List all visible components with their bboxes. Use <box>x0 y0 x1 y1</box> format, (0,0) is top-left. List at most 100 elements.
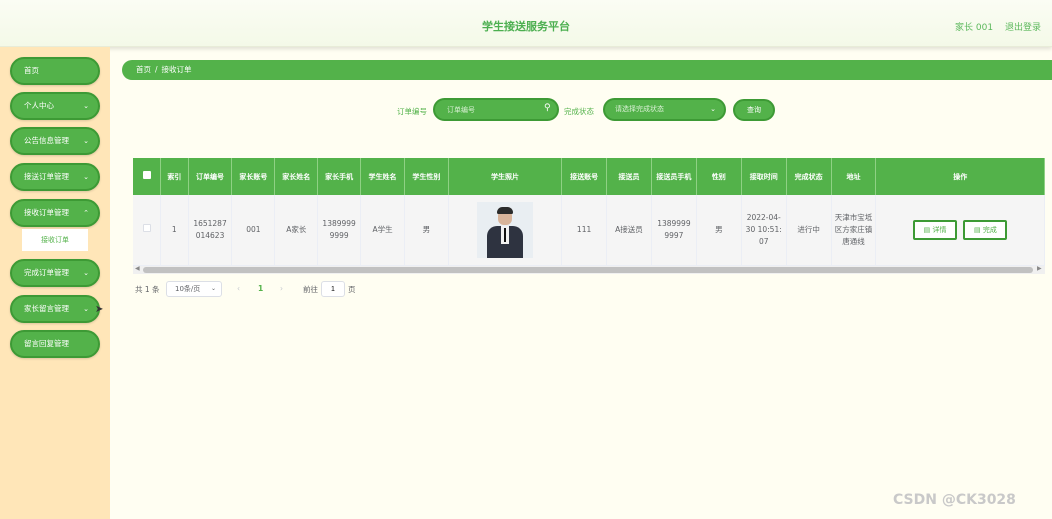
goto-label: 前往 <box>303 285 318 294</box>
column-header: 操作 <box>875 158 1045 195</box>
page-size-select[interactable]: 10条/页 ⌄ <box>166 281 222 297</box>
sidebar-item-notice-management[interactable]: 公告信息管理 ⌄ <box>10 127 100 155</box>
row-checkbox[interactable] <box>142 223 151 232</box>
cell-pickup-account: 111 <box>561 195 608 266</box>
column-header: 接送员手机 <box>651 158 697 195</box>
sidebar-item-parent-message-management[interactable]: 家长留言管理 ⌄ <box>10 295 100 323</box>
current-user: 家长 001 <box>955 23 994 33</box>
chevron-down-icon: ⌄ <box>710 105 716 113</box>
order-no-input[interactable] <box>433 98 559 121</box>
submenu-item-received-order[interactable]: 接收订单 <box>22 229 88 251</box>
cell-student-gender: 男 <box>404 195 449 266</box>
sidebar-item-label: 接送订单管理 <box>24 172 69 181</box>
photo-tie <box>503 227 506 242</box>
column-header: 学生姓名 <box>360 158 405 195</box>
sidebar-item-label: 留言回复管理 <box>24 339 69 348</box>
cell-pickup-phone: 13899999997 <box>651 195 697 266</box>
sidebar-item-label: 首页 <box>24 66 39 75</box>
column-header: 性别 <box>696 158 742 195</box>
logout-link[interactable]: 退出登录 <box>1005 20 1041 33</box>
column-header: 接送账号 <box>561 158 608 195</box>
chevron-down-icon: ⌄ <box>83 269 89 277</box>
sidebar-item-label: 接收订单管理 <box>24 208 69 217</box>
column-header: 家长手机 <box>317 158 362 195</box>
column-header: 家长账号 <box>231 158 276 195</box>
watermark: CSDN @CK3028 <box>893 492 1016 508</box>
cell-pickup-person: A接送员 <box>606 195 652 266</box>
table-header-row: 索引 订单编号 家长账号 家长姓名 家长手机 学生姓名 学生性别 学生照片 接送… <box>133 158 1045 195</box>
chevron-down-icon: ⌄ <box>83 173 89 181</box>
scroll-right-icon[interactable]: ▶ <box>1037 265 1042 272</box>
page-size-value: 10条/页 <box>175 285 201 293</box>
detail-button[interactable]: ▤ 详情 <box>913 219 958 240</box>
sidebar-item-reply-management[interactable]: 留言回复管理 <box>10 330 100 358</box>
sidebar-item-pickup-order-management[interactable]: 接送订单管理 ⌄ <box>10 163 100 191</box>
row-select-cell[interactable] <box>133 195 162 266</box>
cell-parent-phone: 13899999999 <box>317 195 362 266</box>
horizontal-scrollbar[interactable]: ◀ ▶ <box>133 265 1045 274</box>
chevron-up-icon: ⌃ <box>83 209 89 217</box>
sidebar-item-received-order-management[interactable]: 接收订单管理 ⌃ <box>10 199 100 227</box>
cell-gender: 男 <box>696 195 742 266</box>
cell-order-no: 1651287014623 <box>188 195 233 266</box>
column-header: 地址 <box>831 158 877 195</box>
column-header: 家长姓名 <box>274 158 319 195</box>
document-icon: ▤ <box>974 225 983 234</box>
sidebar-item-home[interactable]: 首页 <box>10 57 100 85</box>
select-all-header[interactable] <box>133 158 162 195</box>
orders-table: 索引 订单编号 家长账号 家长姓名 家长手机 学生姓名 学生性别 学生照片 接送… <box>133 158 1045 266</box>
scrollbar-thumb[interactable] <box>143 267 1033 273</box>
next-page-icon[interactable]: › <box>280 284 283 293</box>
cell-parent-name: A家长 <box>274 195 319 266</box>
sidebar-item-label: 公告信息管理 <box>24 136 69 145</box>
sidebar-item-completed-order-management[interactable]: 完成订单管理 ⌄ <box>10 259 100 287</box>
chevron-down-icon: ⌄ <box>83 137 89 145</box>
breadcrumb-home[interactable]: 首页 <box>136 65 151 74</box>
detail-button-label: 详情 <box>932 225 947 234</box>
column-header: 接取时间 <box>741 158 787 195</box>
complete-button-label: 完成 <box>982 225 997 234</box>
goto-suffix: 页 <box>348 285 356 294</box>
chevron-down-icon: ⌄ <box>83 102 89 110</box>
order-no-label: 订单编号 <box>397 107 427 116</box>
student-photo[interactable] <box>476 201 533 258</box>
breadcrumb-current: 接收订单 <box>161 65 192 74</box>
column-header: 学生性别 <box>404 158 449 195</box>
status-label: 完成状态 <box>564 107 594 116</box>
sidebar-item-label: 完成订单管理 <box>24 268 69 277</box>
cell-status: 进行中 <box>786 195 832 266</box>
cell-index: 1 <box>160 195 189 266</box>
search-icon: ⚲ <box>544 103 551 113</box>
cell-student-photo <box>448 195 563 266</box>
sidebar-item-label: 家长留言管理 <box>24 304 69 313</box>
mouse-cursor-icon: ➤ <box>95 304 104 315</box>
scroll-left-icon[interactable]: ◀ <box>135 265 140 272</box>
cell-parent-account: 001 <box>231 195 276 266</box>
pagination-total: 共 1 条 <box>135 285 160 294</box>
status-select-placeholder: 请选择完成状态 <box>615 105 664 113</box>
cell-student-name: A学生 <box>360 195 405 266</box>
photo-hair <box>496 206 513 214</box>
status-select[interactable]: 请选择完成状态 ⌄ <box>603 98 726 121</box>
column-header: 索引 <box>160 158 189 195</box>
app-title: 学生接送服务平台 <box>482 20 570 33</box>
cell-actions: ▤ 详情 ▤ 完成 <box>875 195 1045 266</box>
select-all-checkbox[interactable] <box>142 171 151 179</box>
column-header: 学生照片 <box>448 158 563 195</box>
top-header: 学生接送服务平台 家长 001 退出登录 <box>0 0 1052 47</box>
cell-pickup-time: 2022-04-30 10:51:07 <box>741 195 787 266</box>
sidebar-item-personal-center[interactable]: 个人中心 ⌄ <box>10 92 100 120</box>
complete-button[interactable]: ▤ 完成 <box>963 219 1008 240</box>
column-header: 完成状态 <box>786 158 832 195</box>
chevron-down-icon: ⌄ <box>83 305 89 313</box>
prev-page-icon[interactable]: ‹ <box>237 284 240 293</box>
column-header: 订单编号 <box>188 158 233 195</box>
sidebar-item-label: 个人中心 <box>24 101 54 110</box>
breadcrumb-separator: / <box>155 65 158 74</box>
query-button[interactable]: 查询 <box>733 99 775 121</box>
column-header: 接送员 <box>606 158 652 195</box>
goto-page-input[interactable] <box>321 281 345 297</box>
page-number-current[interactable]: 1 <box>258 284 263 293</box>
chevron-down-icon: ⌄ <box>210 285 216 292</box>
breadcrumb: 首页 / 接收订单 <box>122 60 1052 80</box>
